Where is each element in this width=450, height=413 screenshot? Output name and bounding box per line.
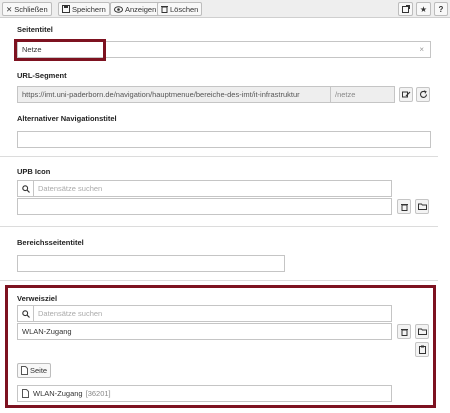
trash-icon — [400, 328, 408, 336]
upb-icon-remove-button[interactable] — [397, 199, 411, 214]
refresh-url-button[interactable] — [416, 87, 430, 102]
url-segment-suffix: /netze — [330, 87, 394, 102]
reference-target-browse-button[interactable] — [415, 324, 429, 339]
trash-icon — [400, 203, 408, 211]
edit-url-button[interactable] — [399, 87, 413, 102]
document-toolbar: ✕ Schließen Speichern Anzeigen Löschen ★… — [0, 0, 450, 18]
close-button[interactable]: ✕ Schließen — [2, 2, 52, 16]
save-button[interactable]: Speichern — [58, 2, 110, 16]
open-external-button[interactable] — [398, 2, 413, 16]
area-title-input[interactable] — [17, 255, 285, 272]
folder-icon — [417, 328, 427, 335]
page-icon — [21, 366, 28, 375]
search-icon — [18, 181, 34, 196]
area-title-label: Bereichsseitentitel — [17, 238, 84, 247]
reference-target-label: Verweisziel — [17, 294, 58, 303]
page-icon — [22, 389, 29, 398]
reference-target-selection-field[interactable]: WLAN-Zugang — [17, 323, 392, 340]
folder-icon — [417, 203, 427, 210]
view-button[interactable]: Anzeigen — [110, 2, 161, 16]
edit-url-icon — [401, 91, 410, 97]
reference-target-remove-button[interactable] — [397, 324, 411, 339]
upb-icon-label: UPB Icon — [17, 167, 51, 176]
highlight-box-title — [14, 39, 106, 61]
save-icon — [62, 5, 70, 13]
bookmark-button[interactable]: ★ — [416, 2, 431, 16]
page-type-button[interactable]: Seite — [17, 363, 52, 378]
upb-icon-search-input[interactable]: Datensätze suchen — [17, 180, 392, 197]
url-segment-label: URL-Segment — [17, 71, 67, 80]
clear-icon[interactable]: × — [419, 45, 424, 54]
reference-target-clipboard-button[interactable] — [415, 342, 429, 357]
alt-nav-title-label: Alternativer Navigationstitel — [17, 114, 117, 123]
clipboard-icon — [418, 345, 426, 354]
search-icon — [18, 306, 34, 321]
view-icon — [114, 5, 123, 13]
help-button[interactable]: ? — [434, 2, 448, 16]
url-segment-field[interactable]: https://imt.uni-paderborn.de/navigation/… — [17, 86, 395, 103]
page-title-label: Seitentitel — [17, 25, 53, 34]
delete-button[interactable]: Löschen — [157, 2, 203, 16]
reference-target-search-input[interactable]: Datensätze suchen — [17, 305, 392, 322]
selected-record-item[interactable]: WLAN-Zugang [36201] — [17, 385, 392, 402]
open-external-icon — [401, 5, 410, 13]
divider — [0, 156, 438, 157]
upb-icon-selection-field[interactable] — [17, 198, 392, 215]
refresh-icon — [419, 90, 427, 98]
alt-nav-title-input[interactable] — [17, 131, 431, 148]
upb-icon-browse-button[interactable] — [415, 199, 429, 214]
star-icon: ★ — [419, 4, 428, 14]
divider — [0, 280, 438, 281]
delete-icon — [161, 6, 168, 13]
close-icon: ✕ — [6, 4, 13, 14]
divider — [0, 226, 438, 227]
help-icon: ? — [438, 4, 444, 14]
